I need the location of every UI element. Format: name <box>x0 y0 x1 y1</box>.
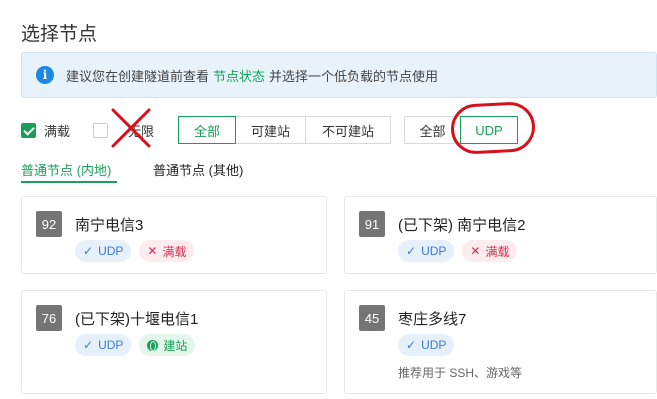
node-name: (已下架) 南宁电信2 <box>398 217 526 234</box>
filter-bar: 满载 无限 全部 可建站 不可建站 全部 UDP <box>21 108 657 148</box>
full-load-tag-label: 满载 <box>485 244 510 259</box>
build-filter-group: 全部 可建站 不可建站 <box>178 116 391 144</box>
node-card[interactable]: 91 (已下架) 南宁电信2 ✓ UDP ✕ 满载 <box>344 196 657 274</box>
node-id-badge: 45 <box>359 305 385 331</box>
non-buildable-button[interactable]: 不可建站 <box>305 116 391 144</box>
check-icon: ✓ <box>83 338 94 352</box>
udp-tag: ✓ UDP <box>398 334 455 356</box>
page-title: 选择节点 <box>21 24 98 45</box>
alert-banner: i 建议您在创建隧道前查看 节点状态 并选择一个低负载的节点使用 <box>21 52 657 98</box>
website-tag: 建站 <box>139 334 196 356</box>
udp-tag: ✓ UDP <box>398 240 455 262</box>
full-load-checkbox[interactable]: 满载 <box>21 121 70 140</box>
node-name: 枣庄多线7 <box>398 311 467 328</box>
check-icon: ✓ <box>406 244 417 258</box>
alert-suffix: 并选择一个低负载的节点使用 <box>269 68 439 84</box>
alert-prefix: 建议您在创建隧道前查看 <box>66 68 210 84</box>
tab-mainland-nodes[interactable]: 普通节点 (内地) <box>21 160 111 179</box>
full-load-checkmark[interactable] <box>21 123 36 138</box>
buildable-button[interactable]: 可建站 <box>235 116 306 144</box>
node-recommendation: 推荐用于 SSH、游戏等 <box>398 366 523 380</box>
red-x-annotation-icon <box>111 108 151 148</box>
udp-tag-label: UDP <box>98 244 124 258</box>
close-icon: ✕ <box>470 244 481 258</box>
node-name: (已下架)十堰电信1 <box>75 311 199 328</box>
full-load-tag: ✕ 满载 <box>462 240 518 262</box>
globe-icon <box>147 339 159 351</box>
full-load-label: 满载 <box>44 124 71 139</box>
udp-tag: ✓ UDP <box>75 240 132 262</box>
node-card[interactable]: 45 枣庄多线7 ✓ UDP 推荐用于 SSH、游戏等 <box>344 290 657 394</box>
udp-tag-label: UDP <box>421 338 447 352</box>
node-name: 南宁电信3 <box>75 217 144 234</box>
udp-tag-label: UDP <box>98 338 124 352</box>
node-id-badge: 92 <box>36 211 62 237</box>
website-tag-label: 建站 <box>163 338 188 353</box>
node-card[interactable]: 92 南宁电信3 ✓ UDP ✕ 满载 <box>21 196 327 274</box>
active-tab-indicator <box>21 181 117 183</box>
udp-tag: ✓ UDP <box>75 334 132 356</box>
tab-other-nodes[interactable]: 普通节点 (其他) <box>153 160 243 179</box>
node-card[interactable]: 76 (已下架)十堰电信1 ✓ UDP 建站 <box>21 290 327 394</box>
unlimited-checkmark[interactable] <box>93 123 108 138</box>
node-id-badge: 91 <box>359 211 385 237</box>
check-icon: ✓ <box>406 338 417 352</box>
udp-tag-label: UDP <box>421 244 447 258</box>
info-icon: i <box>36 66 54 84</box>
check-icon: ✓ <box>83 244 94 258</box>
build-all-button[interactable]: 全部 <box>178 116 236 144</box>
protocol-udp-button[interactable]: UDP <box>460 116 518 144</box>
node-status-link[interactable]: 节点状态 <box>213 66 265 85</box>
protocol-filter-group: 全部 UDP <box>404 116 518 144</box>
full-load-tag: ✕ 满载 <box>139 240 195 262</box>
node-id-badge: 76 <box>36 305 62 331</box>
close-icon: ✕ <box>147 244 158 258</box>
full-load-tag-label: 满载 <box>162 244 187 259</box>
